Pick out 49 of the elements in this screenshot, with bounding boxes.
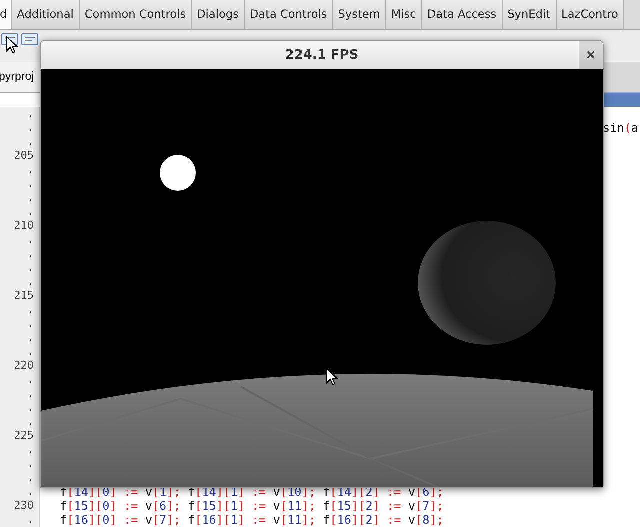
cursor-icon (326, 368, 338, 386)
palette-tab[interactable]: Data Access (422, 0, 503, 29)
line-number: . (27, 415, 34, 429)
palette-tab[interactable]: LazContro (556, 0, 624, 29)
line-number: . (27, 345, 34, 359)
moon-drawing (160, 155, 196, 191)
line-number: 220 (14, 359, 34, 373)
line-number: . (27, 247, 34, 261)
line-number: . (27, 275, 34, 289)
editor-tab[interactable]: pyrproj (0, 62, 42, 92)
code-line: f[15][0] := v[6]; f[15][1] := v[11]; f[15][2] := v[7]; (59, 499, 444, 513)
palette-tab[interactable]: System (333, 0, 386, 29)
palette-tab[interactable]: d (0, 0, 12, 29)
line-number: . (27, 163, 34, 177)
line-number: . (27, 373, 34, 387)
line-number: . (27, 121, 34, 135)
line-number: 210 (14, 219, 34, 233)
line-number: . (27, 471, 34, 485)
line-number: 205 (14, 149, 34, 163)
line-number: . (27, 317, 34, 331)
code-line: sin(a (602, 121, 639, 135)
line-number: . (27, 191, 34, 205)
line-number: . (27, 401, 34, 415)
line-number: . (27, 303, 34, 317)
palette-tab[interactable]: Additional (12, 0, 80, 29)
palette-tab[interactable]: SynEdit (502, 0, 557, 29)
line-number: 225 (14, 429, 34, 443)
line-number: . (27, 107, 34, 121)
close-button[interactable]: × (579, 41, 603, 69)
line-number: . (27, 205, 34, 219)
line-number: . (27, 387, 34, 401)
line-number: . (27, 261, 34, 275)
line-number: . (27, 233, 34, 247)
line-number: . (27, 457, 34, 471)
cursor-icon (6, 36, 18, 54)
line-number: . (27, 443, 34, 457)
palette-tab[interactable]: Misc (386, 0, 422, 29)
line-number: . (27, 485, 34, 499)
line-number: . (27, 135, 34, 149)
code-line: f[16][0] := v[7]; f[16][1] := v[11]; f[16][2] := v[8]; (59, 513, 444, 527)
window-title: 224.1 FPS (285, 48, 359, 62)
line-number: . (27, 513, 34, 527)
palette-tab[interactable]: Data Controls (244, 0, 334, 29)
line-number: 215 (14, 289, 34, 303)
line-number: . (27, 331, 34, 345)
palette-tab[interactable]: Dialogs (192, 0, 245, 29)
palette-tab[interactable]: Common Controls (80, 0, 192, 29)
line-number: 230 (14, 499, 34, 513)
line-number: . (27, 177, 34, 191)
